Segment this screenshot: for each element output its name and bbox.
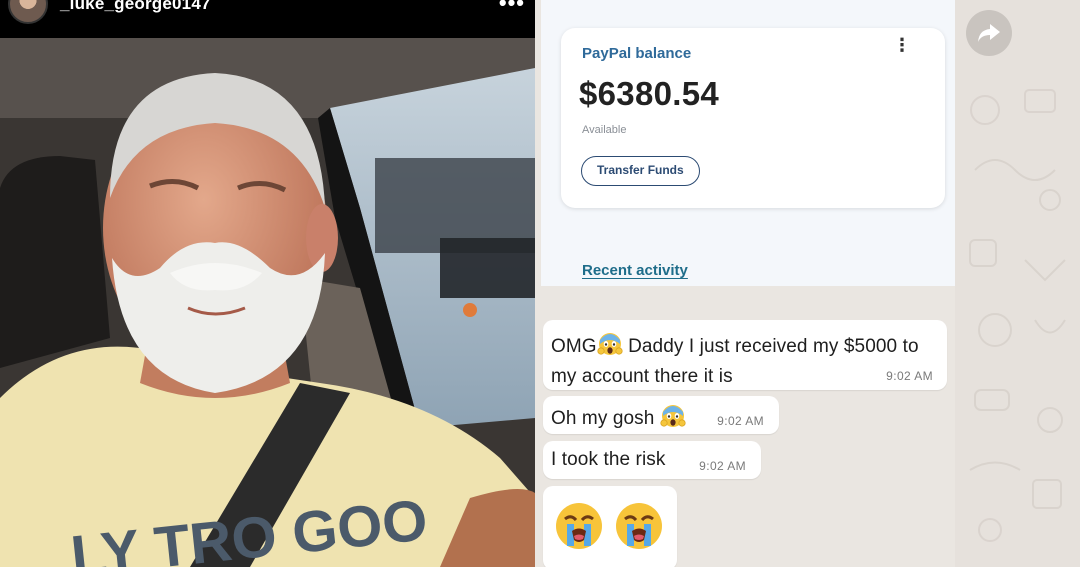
chat-message: Oh my gosh 9:02 AM	[543, 396, 779, 434]
instagram-post: _luke_george0147 ••• LY TRO GOO	[0, 0, 535, 567]
loudly-crying-face-icon	[613, 500, 665, 552]
chat-message-emoji	[543, 486, 677, 567]
message-text: OMG Daddy I just received my $5000 to my…	[551, 330, 941, 390]
message-time: 9:02 AM	[699, 459, 746, 473]
paypal-balance-subtext: Available	[582, 124, 627, 136]
forward-arrow-icon	[978, 24, 1000, 42]
message-text-part: Oh my gosh	[551, 408, 655, 429]
paypal-screenshot: PayPal balance ⋮ $6380.54 Available Tran…	[541, 0, 955, 286]
kebab-glyph: ⋮	[893, 35, 911, 55]
recent-activity-link[interactable]: Recent activity	[582, 262, 688, 279]
post-photo: LY TRO GOO	[0, 38, 535, 567]
message-text-part: OMG	[551, 336, 597, 357]
paypal-balance-label: PayPal balance	[582, 45, 692, 62]
face-screaming-in-fear-icon	[597, 330, 623, 364]
chat-message: OMG Daddy I just received my $5000 to my…	[543, 320, 947, 390]
more-options-icon[interactable]: •••	[499, 0, 525, 16]
paypal-balance-card: PayPal balance ⋮ $6380.54 Available Tran…	[561, 28, 945, 208]
chat-screenshot: PayPal balance ⋮ $6380.54 Available Tran…	[535, 0, 955, 567]
message-time: 9:02 AM	[717, 414, 764, 428]
selfie-illustration: LY TRO GOO	[0, 38, 535, 567]
post-username[interactable]: _luke_george0147	[60, 0, 211, 14]
chat-wallpaper	[955, 0, 1080, 567]
message-text: I took the risk	[551, 449, 666, 470]
transfer-funds-button[interactable]: Transfer Funds	[581, 156, 700, 186]
user-avatar[interactable]	[8, 0, 48, 24]
wallpaper-pattern	[969, 89, 1066, 542]
chat-message: I took the risk 9:02 AM	[543, 441, 761, 479]
message-text: Oh my gosh	[551, 402, 686, 436]
kebab-menu-icon[interactable]: ⋮	[893, 36, 911, 54]
paypal-balance-amount: $6380.54	[579, 75, 720, 112]
message-time: 9:02 AM	[886, 369, 933, 383]
face-screaming-in-fear-icon	[660, 402, 686, 436]
forward-button[interactable]	[966, 10, 1012, 56]
loudly-crying-face-icon	[553, 500, 605, 552]
post-header: _luke_george0147 •••	[0, 0, 535, 38]
